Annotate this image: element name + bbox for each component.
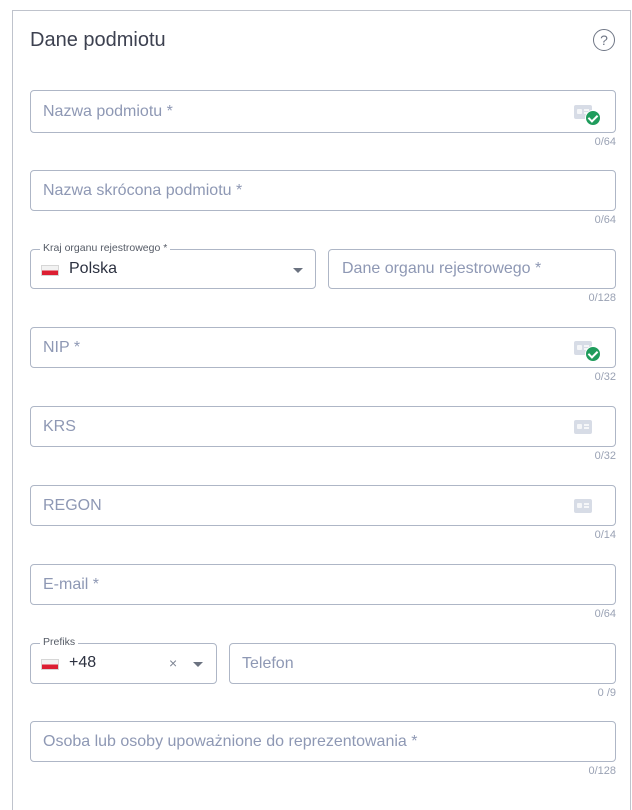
registry-country-value: Polska bbox=[69, 260, 118, 277]
regon-counter: 0/14 bbox=[594, 529, 616, 541]
registry-data-counter: 0/128 bbox=[588, 292, 616, 304]
representatives-input[interactable]: Osoba lub osoby upoważnione do reprezent… bbox=[30, 721, 616, 762]
check-icon bbox=[585, 346, 601, 362]
short-name-placeholder: Nazwa skrócona podmiotu * bbox=[43, 182, 243, 199]
id-card-icon[interactable] bbox=[574, 420, 592, 434]
regon-placeholder: REGON bbox=[43, 497, 102, 514]
entity-name-counter: 0/64 bbox=[594, 136, 616, 148]
registry-data-placeholder: Dane organu rejestrowego * bbox=[342, 260, 542, 277]
clear-icon[interactable]: × bbox=[169, 655, 177, 671]
poland-flag-icon bbox=[41, 265, 59, 276]
email-input[interactable]: E-mail * bbox=[30, 564, 616, 605]
entity-name-placeholder: Nazwa podmiotu * bbox=[43, 103, 173, 120]
entity-name-input[interactable]: Nazwa podmiotu * bbox=[30, 90, 616, 133]
krs-counter: 0/32 bbox=[594, 450, 616, 462]
krs-placeholder: KRS bbox=[43, 418, 76, 435]
nip-input[interactable]: NIP * bbox=[30, 327, 616, 368]
short-name-counter: 0/64 bbox=[594, 214, 616, 226]
help-icon[interactable]: ? bbox=[593, 29, 615, 51]
chevron-down-icon[interactable] bbox=[193, 662, 203, 667]
registry-country-label: Kraj organu rejestrowego * bbox=[40, 242, 171, 254]
id-card-icon[interactable] bbox=[574, 499, 592, 513]
registry-data-input[interactable]: Dane organu rejestrowego * bbox=[328, 249, 616, 289]
chevron-down-icon[interactable] bbox=[293, 268, 303, 273]
section-title: Dane podmiotu bbox=[30, 29, 166, 51]
email-placeholder: E-mail * bbox=[43, 576, 100, 593]
nip-placeholder: NIP * bbox=[43, 339, 81, 356]
poland-flag-icon bbox=[41, 659, 59, 670]
phone-prefix-label: Prefiks bbox=[40, 636, 79, 648]
check-icon bbox=[585, 110, 601, 126]
representatives-placeholder: Osoba lub osoby upoważnione do reprezent… bbox=[43, 733, 418, 750]
email-counter: 0/64 bbox=[594, 608, 616, 620]
phone-placeholder: Telefon bbox=[242, 655, 294, 672]
phone-prefix-select[interactable]: +48 × bbox=[30, 643, 217, 684]
short-name-input[interactable]: Nazwa skrócona podmiotu * bbox=[30, 170, 616, 211]
phone-prefix-value: +48 bbox=[69, 654, 97, 671]
krs-input[interactable]: KRS bbox=[30, 406, 616, 447]
representatives-counter: 0/128 bbox=[588, 765, 616, 777]
phone-counter: 0 /9 bbox=[597, 687, 616, 699]
nip-counter: 0/32 bbox=[594, 371, 616, 383]
phone-input[interactable]: Telefon bbox=[229, 643, 616, 684]
registry-country-select[interactable]: Polska bbox=[30, 249, 316, 289]
regon-input[interactable]: REGON bbox=[30, 485, 616, 526]
